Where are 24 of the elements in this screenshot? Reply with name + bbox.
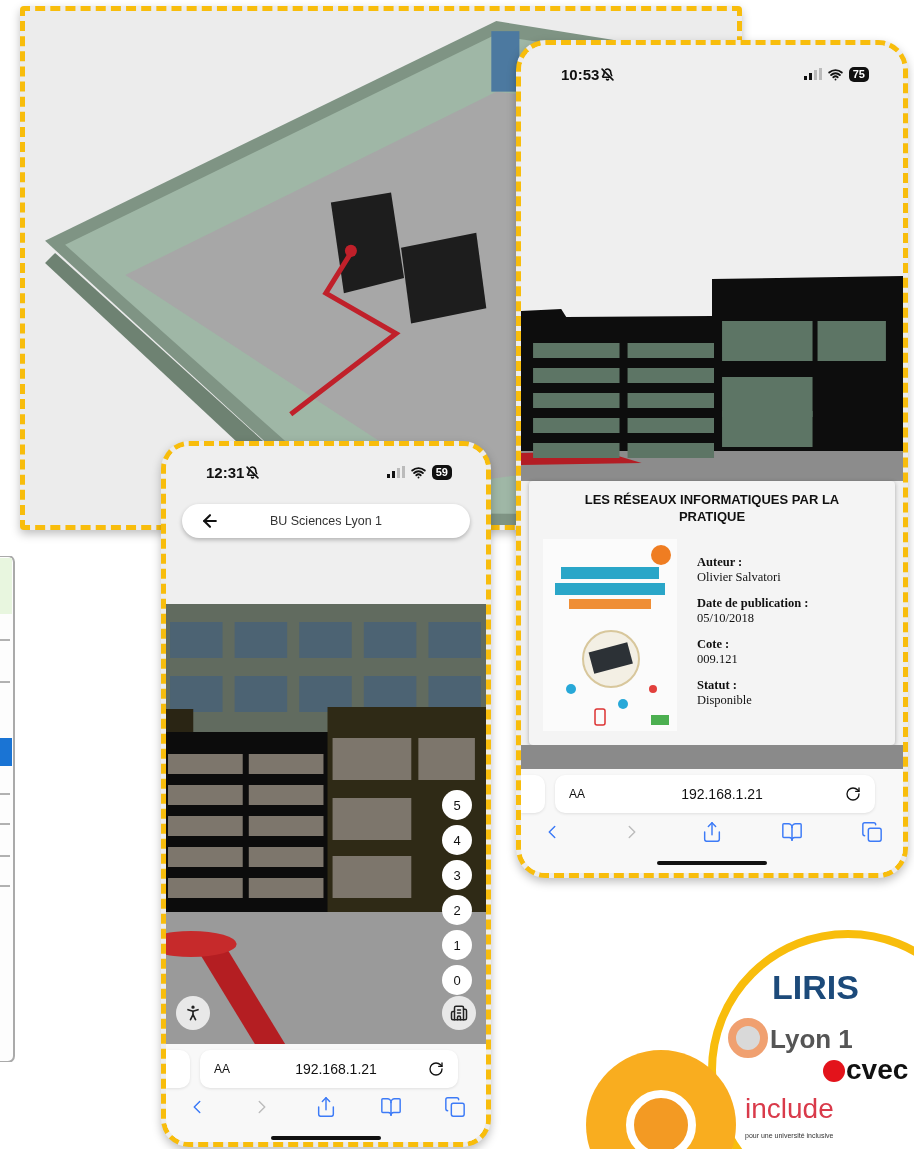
field-value: 009.121 xyxy=(697,652,739,667)
address-bar[interactable]: AA 192.168.1.21 xyxy=(555,775,875,813)
building-icon xyxy=(450,1004,468,1022)
liris-logo: LIRIS xyxy=(772,970,859,1004)
address-bar[interactable]: AA 192.168.1.21 xyxy=(200,1050,458,1088)
include-logo: include xyxy=(745,1095,834,1123)
field-label: Auteur : xyxy=(697,555,744,570)
tabs-icon[interactable] xyxy=(859,819,885,845)
wifi-icon xyxy=(827,66,843,82)
field-label: Date de publication : xyxy=(697,596,809,611)
signal-icon xyxy=(803,68,822,80)
text-size-label[interactable]: AA xyxy=(569,787,599,801)
field-label: Statut : xyxy=(697,678,738,693)
battery-level: 75 xyxy=(848,66,869,82)
reload-icon[interactable] xyxy=(845,786,861,802)
cvec-logo: cvec xyxy=(846,1056,909,1084)
field-label: Cote : xyxy=(697,637,731,652)
reload-icon[interactable] xyxy=(428,1061,444,1077)
field-value: Disponible xyxy=(697,693,753,708)
text-size-label[interactable]: AA xyxy=(214,1062,244,1076)
field-value: Olivier Salvatori xyxy=(697,570,782,585)
tabs-icon[interactable] xyxy=(442,1094,468,1120)
lyon-logo: Lyon 1 xyxy=(770,1026,853,1052)
field-value: 05/10/2018 xyxy=(697,611,755,626)
